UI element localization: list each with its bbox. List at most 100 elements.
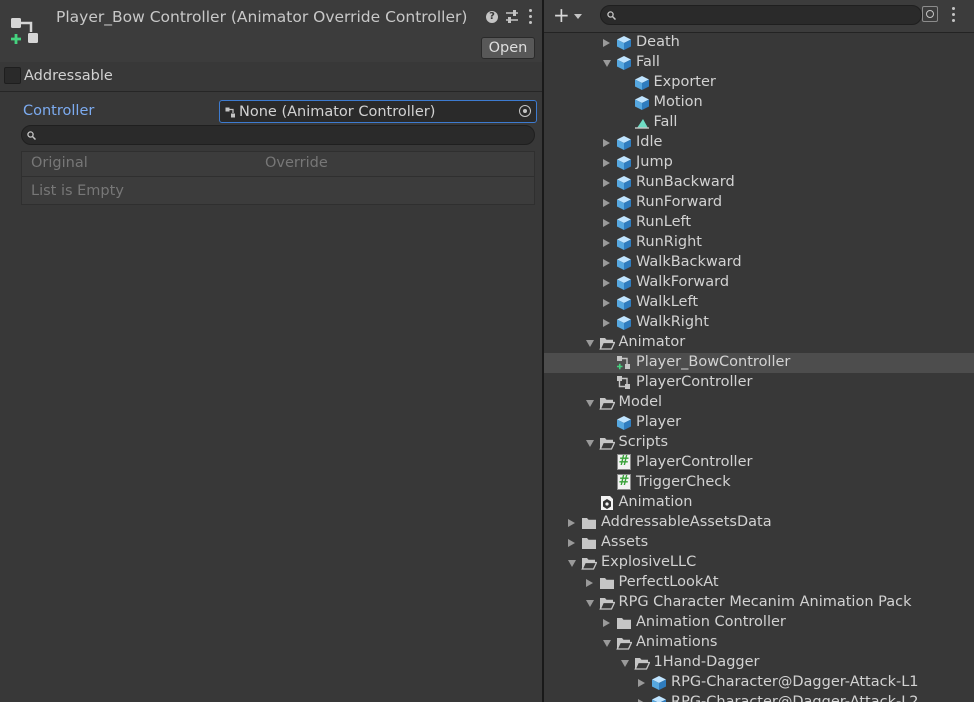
animator-override-icon (616, 355, 632, 371)
tree-row[interactable]: Death (544, 33, 974, 53)
expand-arrow-right-icon[interactable] (603, 318, 610, 327)
tree-row-label: Jump (636, 154, 673, 170)
tree-row[interactable]: Fall (544, 53, 974, 73)
project-panel: + Death Fall Exporter Motion Fall Idle Jump Run… (544, 0, 974, 702)
expand-arrow-right-icon[interactable] (585, 578, 593, 587)
model-icon (616, 155, 632, 171)
tree-row-label: WalkRight (636, 314, 709, 330)
divider (0, 91, 542, 92)
folder-open-icon (598, 395, 616, 411)
tree-row[interactable]: # PlayerController (544, 453, 974, 473)
folder-open-icon (598, 595, 616, 611)
search-by-type-icon[interactable] (922, 6, 938, 22)
tree-row[interactable]: RunRight (544, 233, 974, 253)
tree-row[interactable]: Animations (544, 633, 974, 653)
object-picker-icon[interactable] (519, 105, 531, 117)
expand-arrow-right-icon[interactable] (603, 618, 610, 627)
expand-arrow-down-icon[interactable] (585, 600, 594, 607)
tree-row-label: RunRight (636, 234, 702, 250)
expand-arrow-right-icon[interactable] (568, 538, 575, 547)
override-search-input[interactable] (21, 125, 535, 145)
tree-row[interactable]: RunLeft (544, 213, 974, 233)
tree-row[interactable]: Animation Controller (544, 613, 974, 633)
folder-open-icon (598, 435, 616, 451)
tree-row[interactable]: PlayerController (544, 373, 974, 393)
dropdown-caret-icon (574, 14, 582, 19)
column-header-override: Override (265, 155, 328, 171)
tree-row[interactable]: # TriggerCheck (544, 473, 974, 493)
expand-arrow-right-icon[interactable] (603, 218, 610, 227)
expand-arrow-down-icon[interactable] (585, 340, 594, 347)
tree-row[interactable]: RPG-Character@Dagger-Attack-L2 (544, 693, 974, 702)
project-search-input[interactable] (600, 5, 922, 25)
expand-arrow-down-icon[interactable] (568, 560, 576, 567)
expand-arrow-right-icon[interactable] (638, 698, 645, 702)
expand-arrow-right-icon[interactable] (603, 238, 610, 247)
expand-arrow-right-icon[interactable] (603, 298, 610, 307)
tree-row[interactable]: RunBackward (544, 173, 974, 193)
expand-arrow-right-icon[interactable] (603, 138, 610, 147)
tree-row[interactable]: Assets (544, 533, 974, 553)
expand-arrow-right-icon[interactable] (603, 258, 610, 267)
expand-arrow-right-icon[interactable] (638, 678, 645, 687)
tree-row[interactable]: Player_BowController (544, 353, 974, 373)
tree-row[interactable]: Model (544, 393, 974, 413)
more-options-icon[interactable] (952, 7, 955, 25)
tree-row-label: Exporter (653, 74, 716, 90)
tree-row[interactable]: Player (544, 413, 974, 433)
tree-row-label: Assets (601, 534, 649, 550)
expand-arrow-right-icon[interactable] (603, 198, 610, 207)
tree-row[interactable]: 1Hand-Dagger (544, 653, 974, 673)
tree-row[interactable]: Idle (544, 133, 974, 153)
tree-row[interactable]: PerfectLookAt (544, 573, 974, 593)
tree-row[interactable]: Jump (544, 153, 974, 173)
more-options-icon[interactable] (529, 9, 533, 25)
tree-row[interactable]: Animation (544, 493, 974, 513)
tree-row[interactable]: WalkBackward (544, 253, 974, 273)
table-header: Original Override (22, 152, 534, 177)
csharp-script-icon: # (617, 474, 631, 490)
tree-row[interactable]: Animator (544, 333, 974, 353)
create-asset-button[interactable]: + (550, 4, 584, 26)
model-icon (651, 695, 667, 702)
controller-object-field[interactable]: None (Animator Controller) (219, 100, 537, 123)
model-icon (616, 55, 632, 71)
addressable-checkbox[interactable] (4, 67, 21, 84)
model-icon (616, 35, 632, 51)
expand-arrow-down-icon[interactable] (585, 400, 594, 407)
tree-row[interactable]: RunForward (544, 193, 974, 213)
tree-row[interactable]: WalkForward (544, 273, 974, 293)
tree-row[interactable]: Exporter (544, 73, 974, 93)
folder-icon (581, 535, 597, 551)
tree-row-label: WalkForward (636, 274, 730, 290)
expand-arrow-down-icon[interactable] (585, 440, 594, 447)
tree-row[interactable]: Motion (544, 93, 974, 113)
open-button[interactable]: Open (481, 37, 535, 59)
preset-sliders-icon[interactable] (505, 9, 519, 24)
tree-row[interactable]: AddressableAssetsData (544, 513, 974, 533)
tree-row[interactable]: Fall (544, 113, 974, 133)
expand-arrow-down-icon[interactable] (603, 640, 611, 647)
tree-row[interactable]: ExplosiveLLC (544, 553, 974, 573)
tree-row[interactable]: RPG Character Mecanim Animation Pack (544, 593, 974, 613)
tree-row-label: RunBackward (636, 174, 735, 190)
expand-arrow-down-icon[interactable] (620, 660, 629, 667)
help-icon[interactable]: ? (486, 11, 498, 23)
tree-row[interactable]: WalkLeft (544, 293, 974, 313)
tree-row[interactable]: Scripts (544, 433, 974, 453)
tree-row-label: AddressableAssetsData (601, 514, 772, 530)
tree-row-label: RPG-Character@Dagger-Attack-L2 (671, 694, 919, 702)
tree-row[interactable]: WalkRight (544, 313, 974, 333)
addressable-label: Addressable (24, 68, 113, 84)
expand-arrow-right-icon[interactable] (603, 158, 610, 167)
expand-arrow-right-icon[interactable] (603, 38, 610, 47)
tree-row[interactable]: RPG-Character@Dagger-Attack-L1 (544, 673, 974, 693)
expand-arrow-down-icon[interactable] (603, 60, 611, 67)
expand-arrow-right-icon[interactable] (568, 518, 575, 527)
tree-row-label: Model (618, 394, 663, 410)
folder-open-icon (598, 335, 616, 351)
expand-arrow-right-icon[interactable] (603, 278, 610, 287)
unity-scene-icon (599, 495, 615, 511)
expand-arrow-right-icon[interactable] (603, 178, 610, 187)
tree-row-label: RunForward (636, 194, 723, 210)
